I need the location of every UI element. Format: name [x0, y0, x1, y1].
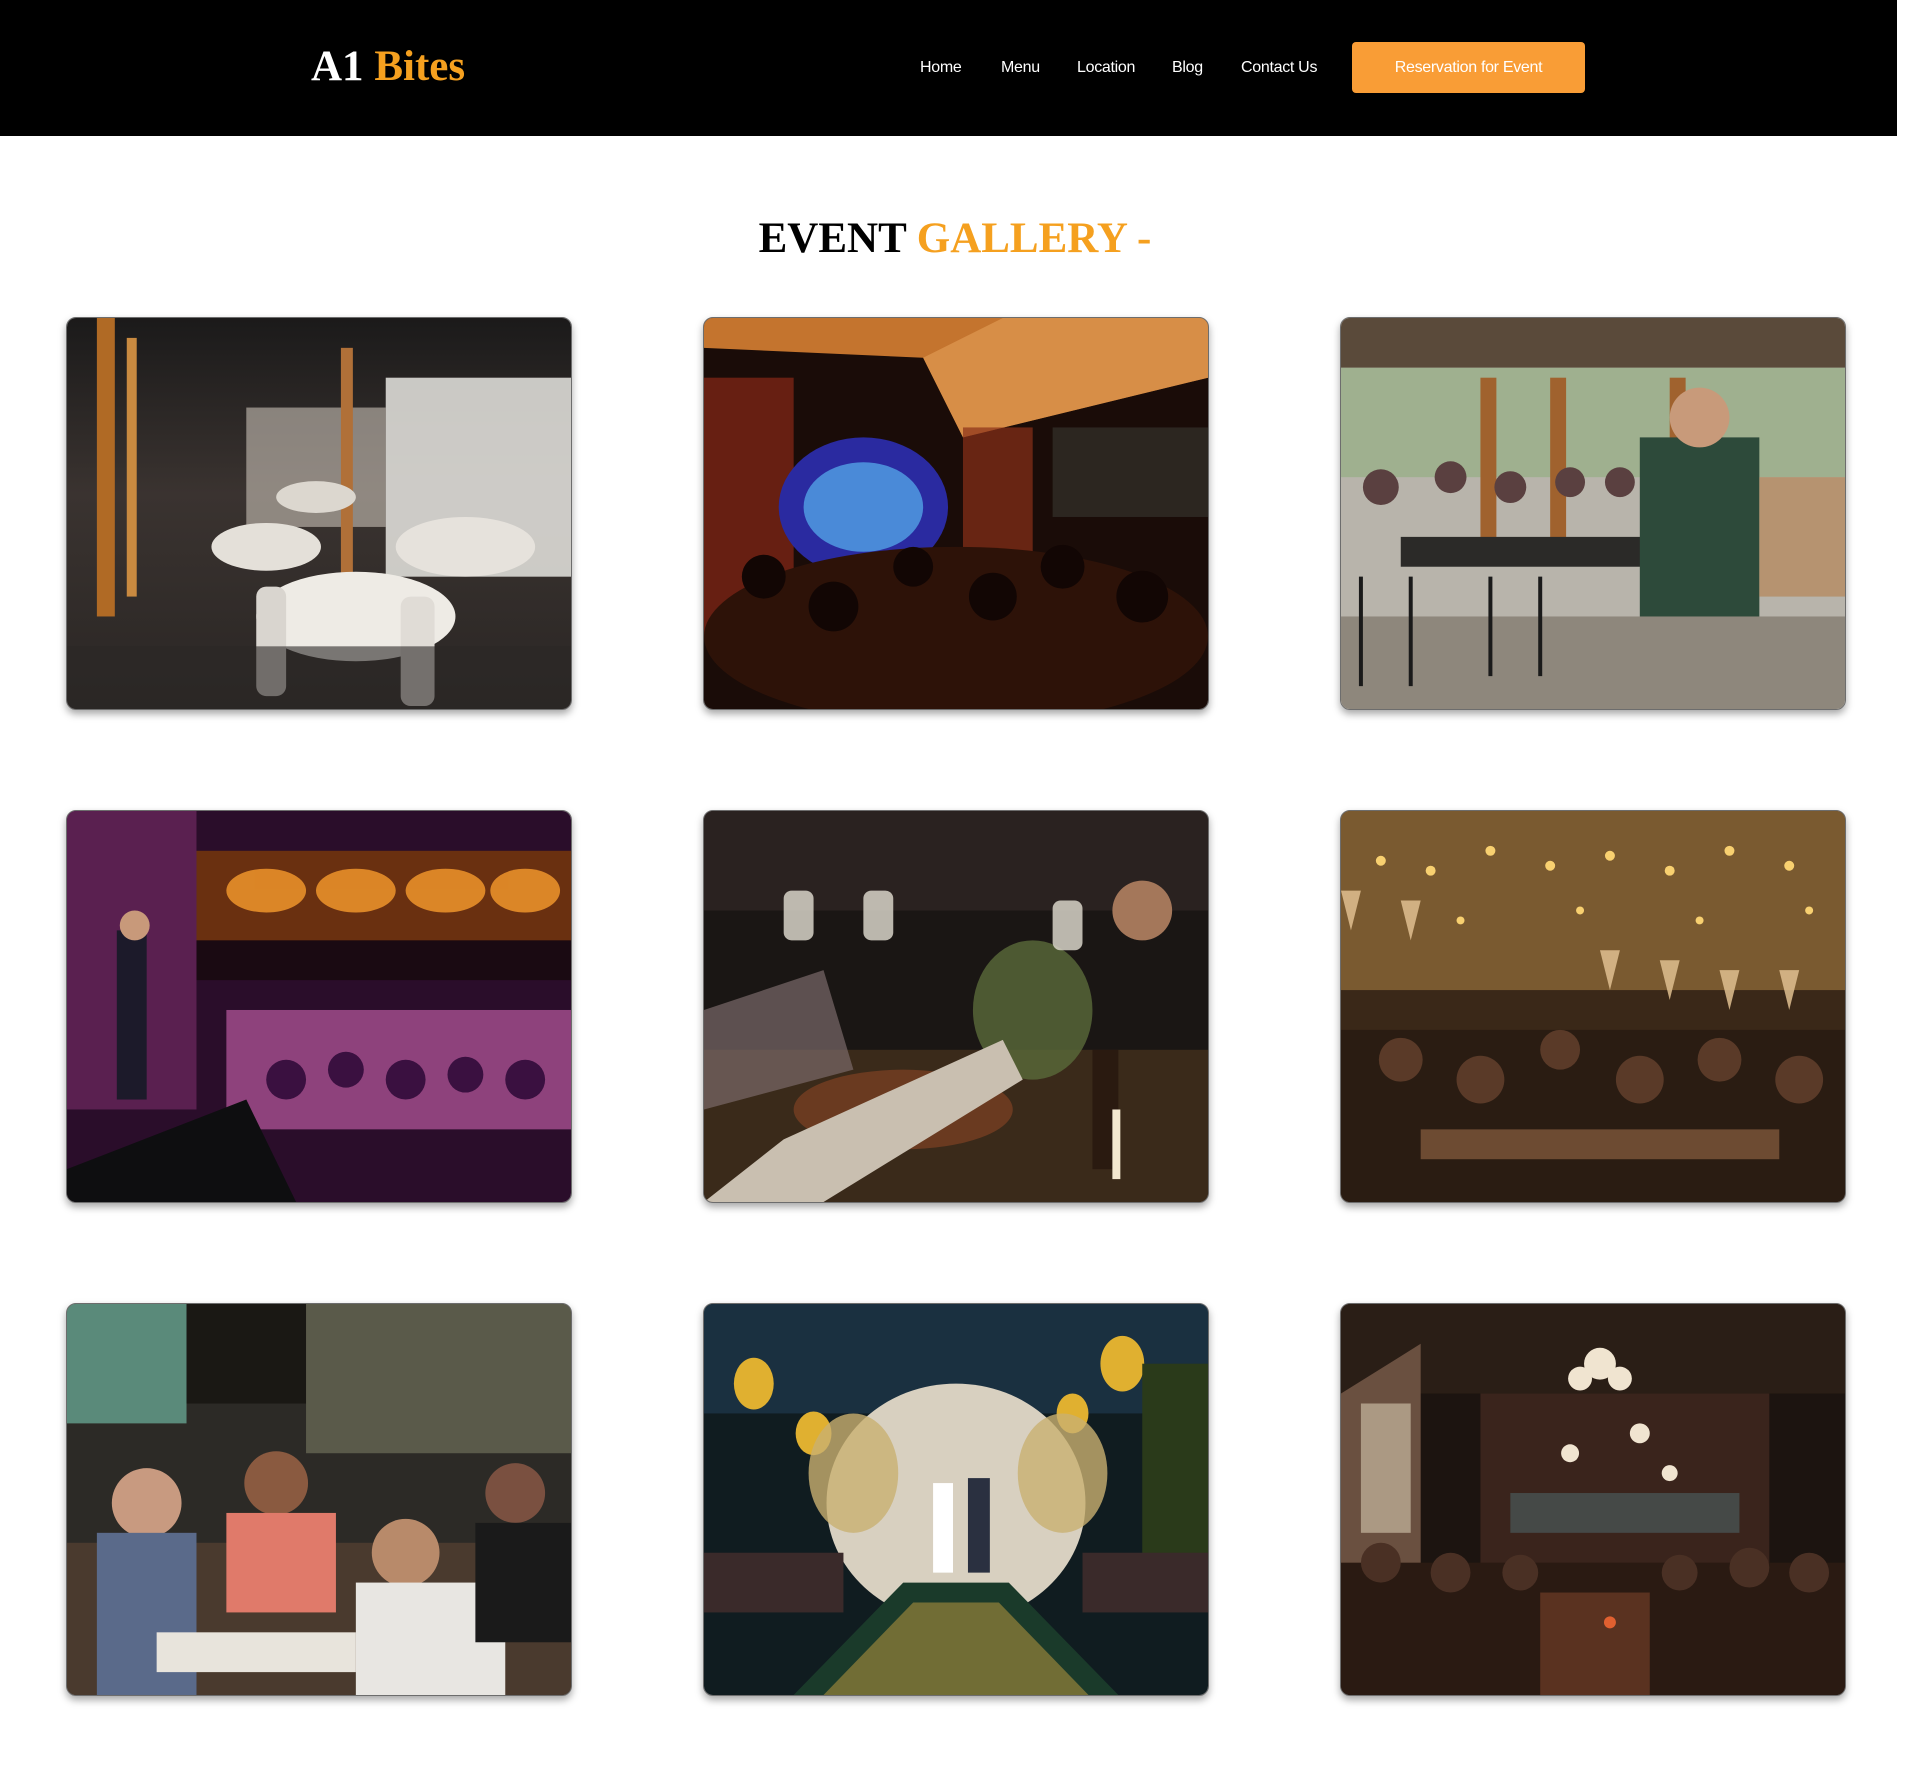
nav-location-link[interactable]: Location — [1077, 56, 1135, 80]
brand-logo[interactable]: A1 Bites — [311, 42, 465, 92]
gallery-image-concert-stage[interactable] — [66, 810, 572, 1203]
logo-text-a1: A1 — [311, 43, 364, 90]
nav-blog-link[interactable]: Blog — [1172, 56, 1203, 80]
logo-text-bites: Bites — [374, 43, 466, 90]
restaurant-diners-photo — [67, 1304, 571, 1695]
gallery-image-wedding-ceremony[interactable] — [703, 1303, 1209, 1696]
gallery-title-event: EVENT — [758, 215, 906, 262]
nav-menu-link[interactable]: Menu — [1001, 56, 1040, 80]
gallery-image-wine-toast[interactable] — [703, 810, 1209, 1203]
gallery-image-restaurant-diners[interactable] — [66, 1303, 572, 1696]
wedding-ceremony-photo — [704, 1304, 1208, 1695]
nav-home-link[interactable]: Home — [920, 56, 962, 80]
gallery-title-gallery: GALLERY - — [916, 215, 1152, 262]
chandelier-dining-room-photo — [1341, 1304, 1845, 1695]
nav-contact-link[interactable]: Contact Us — [1241, 56, 1317, 80]
gallery-image-string-lights-dinner[interactable] — [1340, 810, 1846, 1203]
gallery-image-chandelier-dining-room[interactable] — [1340, 1303, 1846, 1696]
string-lights-dinner-photo — [1341, 811, 1845, 1202]
concert-stage-photo — [67, 811, 571, 1202]
gallery-image-patio-speech[interactable] — [1340, 317, 1846, 710]
reservation-button[interactable]: Reservation for Event — [1352, 42, 1585, 93]
gallery-image-banquet-hall[interactable] — [66, 317, 572, 710]
gallery-title: EVENT GALLERY - — [0, 212, 1910, 266]
site-header: A1 Bites Home Menu Location Blog Contact… — [0, 0, 1897, 136]
wine-toast-photo — [704, 811, 1208, 1202]
banquet-hall-photo — [67, 318, 571, 709]
live-music-venue-photo — [704, 318, 1208, 709]
gallery-image-live-music-venue[interactable] — [703, 317, 1209, 710]
patio-speech-photo — [1341, 318, 1845, 709]
